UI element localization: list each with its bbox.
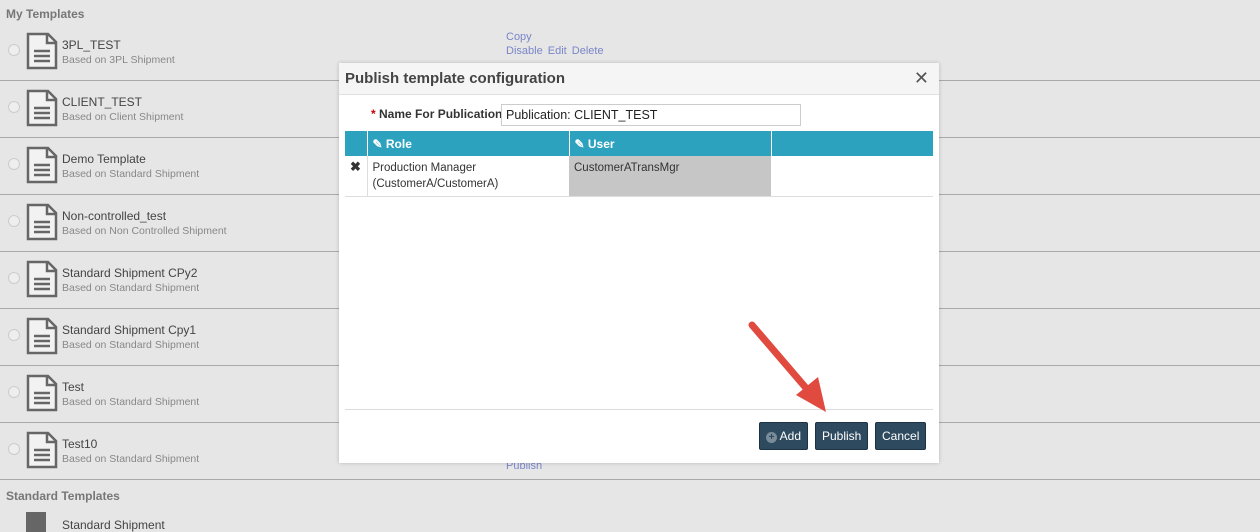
red-arrow-annotation <box>748 321 826 412</box>
